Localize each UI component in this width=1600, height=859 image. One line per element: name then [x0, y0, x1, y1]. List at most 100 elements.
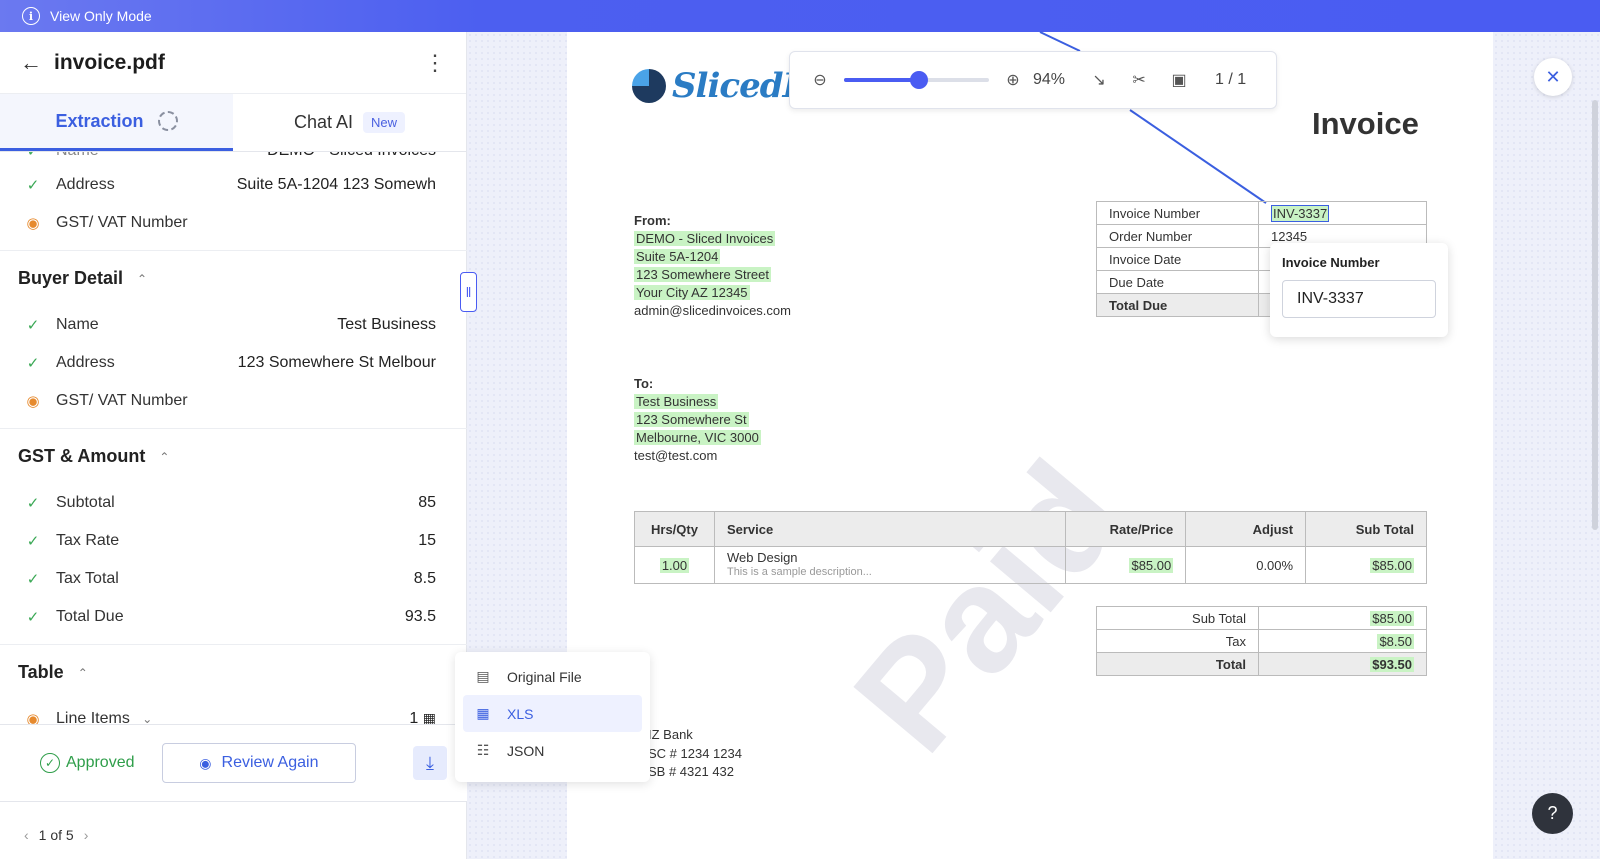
popover-title: Invoice Number [1282, 255, 1380, 270]
field-label: Tax Rate [56, 532, 120, 549]
section-table[interactable]: Table ⌃ [0, 644, 467, 700]
meta-key: Order Number [1096, 224, 1259, 248]
chevron-up-icon[interactable]: ⌃ [78, 666, 88, 680]
column-header: Service [713, 511, 1067, 547]
new-badge: New [363, 112, 406, 133]
field-value: 85 [418, 494, 436, 511]
field-value: 8.5 [413, 570, 436, 587]
to-line[interactable]: Test Business [634, 394, 719, 409]
cut-icon[interactable]: ✂ [1129, 70, 1149, 90]
menu-item-json[interactable]: ☷ JSON [463, 732, 642, 769]
download-button[interactable]: ⤓ [413, 746, 447, 780]
from-line[interactable]: 123 Somewhere Street [634, 267, 771, 282]
check-icon: ✓ [26, 533, 40, 550]
bank-line: SB # 4321 432 [648, 764, 735, 779]
tab-extraction[interactable]: Extraction [0, 94, 233, 151]
file-icon: ▤ [476, 668, 490, 684]
help-button[interactable]: ? [1532, 793, 1573, 834]
eye-icon: ◉ [26, 393, 40, 410]
zoom-slider-knob[interactable] [910, 71, 929, 89]
field-row[interactable]: ✓ Address Suite 5A-1204 123 Somewh [0, 166, 467, 204]
approved-label: Approved [66, 754, 135, 771]
menu-item-label: Original File [507, 668, 582, 685]
item-qty[interactable]: 1.00 [659, 557, 690, 573]
field-row[interactable]: ✓ Tax Total 8.5 [0, 560, 467, 598]
field-row[interactable]: ✓ Address 123 Somewhere St Melbour [0, 344, 467, 382]
from-line[interactable]: Suite 5A-1204 [634, 249, 721, 264]
field-row[interactable]: ◉ GST/ VAT Number [0, 204, 467, 242]
field-row: ✓ Name DEMO - Sliced Invoices [0, 152, 467, 160]
item-rate[interactable]: $85.00 [1129, 557, 1174, 573]
from-block: From: DEMO - Sliced Invoices Suite 5A-12… [634, 212, 791, 320]
field-row[interactable]: ✓ Tax Rate 15 [0, 522, 467, 560]
section-title: GST & Amount [18, 446, 146, 466]
line-items-table: Hrs/Qty Service Rate/Price Adjust Sub To… [634, 511, 1427, 584]
prev-page-icon[interactable]: ‹ [24, 827, 29, 843]
table-row: Tax $8.50 [1096, 629, 1427, 653]
invoice-title: Invoice [1312, 106, 1419, 141]
invoice-number-input[interactable]: INV-3337 [1282, 280, 1436, 318]
bank-line: SC # 1234 1234 [648, 745, 742, 761]
page-search-icon[interactable]: ▣ [1169, 70, 1189, 90]
from-line[interactable]: DEMO - Sliced Invoices [634, 231, 776, 246]
field-row[interactable]: ✓ Total Due 93.5 [0, 598, 467, 636]
gear-icon[interactable] [157, 111, 178, 131]
field-value: 93.5 [404, 608, 436, 625]
meta-key: Total Due [1096, 293, 1259, 317]
total-value[interactable]: $93.50 [1370, 656, 1414, 672]
table-row: Sub Total $85.00 [1096, 606, 1427, 630]
action-bar: ✓ Approved ◉ Review Again ⤓ [0, 724, 467, 802]
field-row[interactable]: ✓ Subtotal 85 [0, 484, 467, 522]
viewer-scrollbar[interactable] [1592, 100, 1598, 530]
total-value[interactable]: $85.00 [1370, 610, 1414, 626]
invoice-number-highlight[interactable]: INV-3337 [1271, 204, 1330, 222]
back-arrow-icon[interactable]: ← [20, 50, 42, 76]
chevron-up-icon[interactable]: ⌃ [159, 450, 169, 464]
section-buyer-detail[interactable]: Buyer Detail ⌃ [0, 250, 467, 306]
close-viewer-button[interactable]: ✕ [1534, 58, 1572, 96]
meta-value[interactable]: INV-3337 [1258, 201, 1427, 225]
to-email: test@test.com [634, 448, 718, 463]
from-label: From: [634, 213, 671, 228]
banner-text: View Only Mode [50, 8, 152, 24]
menu-item-original-file[interactable]: ▤ Original File [463, 658, 642, 695]
zoom-slider[interactable] [844, 71, 989, 89]
total-value[interactable]: $8.50 [1377, 633, 1414, 649]
to-label: To: [634, 376, 654, 391]
bank-line: IZ Bank [648, 727, 693, 742]
check-icon: ✓ [26, 355, 40, 372]
view-only-banner: i View Only Mode [0, 0, 1600, 32]
fields-scroll-area[interactable]: ✓ Name DEMO - Sliced Invoices ✓ Address … [0, 152, 467, 752]
json-file-icon: ☷ [476, 742, 490, 758]
field-value: DEMO - Sliced Invoices [267, 152, 436, 160]
from-line[interactable]: Your City AZ 12345 [634, 285, 750, 300]
menu-item-xls[interactable]: ▦ XLS [463, 695, 642, 732]
eye-icon: ◉ [199, 754, 212, 771]
panel-tabs: Extraction Chat AI New [0, 94, 466, 152]
to-line[interactable]: 123 Somewhere St [634, 412, 749, 427]
extraction-panel: ← invoice.pdf ⋮ Extraction Chat AI New ✓… [0, 32, 467, 859]
next-page-icon[interactable]: › [84, 827, 89, 843]
review-again-button[interactable]: ◉ Review Again [161, 743, 357, 783]
total-key: Total [1096, 652, 1259, 676]
panel-resize-handle[interactable]: ‖ [460, 272, 477, 312]
check-icon: ✓ [26, 571, 40, 588]
fit-icon[interactable]: ↘ [1089, 70, 1109, 90]
item-service: Web Design [726, 550, 798, 565]
field-label: Total Due [56, 608, 124, 625]
to-line[interactable]: Melbourne, VIC 3000 [634, 430, 761, 445]
section-title: Table [18, 662, 64, 682]
field-row[interactable]: ◉ GST/ VAT Number [0, 382, 467, 420]
zoom-out-icon[interactable]: ⊖ [810, 70, 830, 90]
chevron-up-icon[interactable]: ⌃ [137, 272, 147, 286]
zoom-in-icon[interactable]: ⊕ [1003, 70, 1023, 90]
more-options-icon[interactable]: ⋮ [424, 50, 446, 76]
spreadsheet-icon: ▦ [476, 705, 490, 721]
section-gst-amount[interactable]: GST & Amount ⌃ [0, 428, 467, 484]
field-row[interactable]: ✓ Name Test Business [0, 306, 467, 344]
item-description: This is a sample description... [726, 566, 872, 578]
item-subtotal[interactable]: $85.00 [1370, 557, 1414, 573]
field-label: GST/ VAT Number [56, 214, 188, 231]
pagination: ‹ 1 of 5 › [24, 827, 98, 843]
tab-chat-ai[interactable]: Chat AI New [233, 94, 466, 151]
